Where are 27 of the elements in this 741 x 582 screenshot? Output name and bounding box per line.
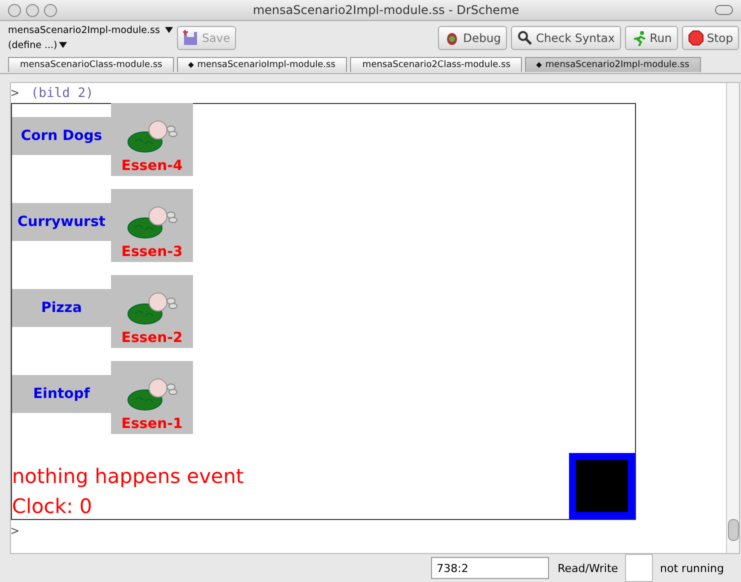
- file-menu[interactable]: mensaScenario2Impl-module.ss: [8, 23, 173, 38]
- define-menu[interactable]: (define ...): [8, 38, 173, 53]
- food-tag: Essen-4: [121, 158, 183, 174]
- code-expression: (bild 2): [30, 86, 94, 100]
- mode-text: Read/Write: [558, 562, 618, 574]
- food-tag: Essen-3: [121, 244, 183, 260]
- position-field: 738:2: [430, 557, 549, 579]
- window-title: mensaScenario2Impl-module.ss - DrScheme: [252, 3, 520, 17]
- event-text: nothing happens event: [12, 463, 244, 489]
- food-label: Corn Dogs: [12, 117, 111, 155]
- food-label: Eintopf: [12, 375, 111, 413]
- food-tag: Essen-2: [121, 330, 183, 346]
- file-tab[interactable]: mensaScenarioClass-module.ss: [8, 57, 174, 72]
- file-tab[interactable]: mensaScenarioImpl-module.ss: [177, 57, 348, 72]
- debug-button[interactable]: Debug: [438, 26, 507, 50]
- food-label: Currywurst: [12, 203, 111, 241]
- prompt-symbol: >: [11, 86, 19, 100]
- file-tab[interactable]: mensaScenario2Impl-module.ss: [525, 57, 702, 72]
- food-label: Pizza: [12, 289, 111, 327]
- check-button[interactable]: Check Syntax: [510, 26, 621, 50]
- file-tab[interactable]: mensaScenario2Class-module.ss: [350, 57, 522, 72]
- run-button[interactable]: Run: [624, 26, 678, 50]
- food-tag: Essen-1: [121, 416, 183, 432]
- prompt-symbol: >: [11, 524, 20, 539]
- status-text: not running: [660, 562, 724, 574]
- clock-text: Clock: 0: [12, 493, 94, 519]
- stop-button[interactable]: Stop: [682, 26, 739, 50]
